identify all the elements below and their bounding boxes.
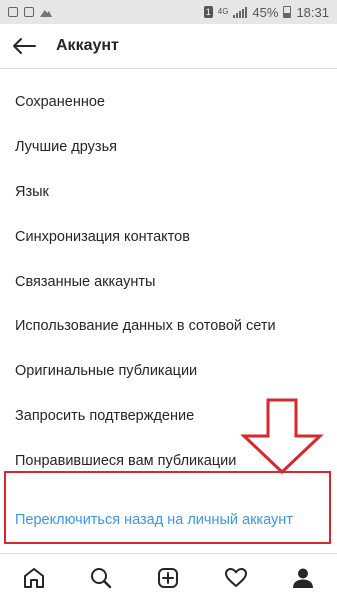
status-bar: 1 4G 45% 18:31: [0, 0, 337, 24]
menu-item-request-verification[interactable]: Запросить подтверждение: [0, 394, 337, 439]
back-button[interactable]: [4, 26, 44, 66]
menu-item-language[interactable]: Язык: [0, 170, 337, 215]
menu-item-linked-accounts[interactable]: Связанные аккаунты: [0, 259, 337, 304]
battery-percent: 45%: [252, 4, 279, 20]
tab-profile[interactable]: [283, 558, 323, 598]
home-icon: [23, 567, 44, 588]
notification-icon: [8, 7, 18, 17]
tab-search[interactable]: [81, 558, 121, 598]
signal-icon: [233, 6, 248, 18]
sim-badge: 1: [203, 6, 213, 18]
menu-item-cellular-data[interactable]: Использование данных в сотовой сети: [0, 304, 337, 349]
back-arrow-icon: [13, 38, 36, 54]
menu-item-saved[interactable]: Сохраненное: [0, 80, 337, 125]
clock: 18:31: [296, 4, 329, 20]
activity-heart-icon: [224, 567, 247, 587]
menu-item-liked-posts[interactable]: Понравившиеся вам публикации: [0, 438, 337, 483]
menu-item-contacts-sync[interactable]: Синхронизация контактов: [0, 214, 337, 259]
menu-item-switch-to-personal[interactable]: Переключиться назад на личный аккаунт: [0, 497, 337, 542]
settings-menu: Сохраненное Лучшие друзья Язык Синхрониз…: [0, 80, 337, 542]
bottom-tab-bar: [0, 553, 337, 601]
page-title: Аккаунт: [56, 37, 119, 54]
tab-home[interactable]: [14, 558, 54, 598]
notification-icon: [24, 7, 34, 17]
profile-icon: [293, 568, 314, 588]
app-header: Аккаунт: [0, 24, 337, 69]
gallery-icon: [40, 10, 52, 17]
tab-activity[interactable]: [216, 558, 256, 598]
new-post-icon: [158, 567, 179, 588]
search-icon: [91, 567, 112, 588]
network-type: 4G: [217, 7, 229, 16]
tab-new-post[interactable]: [148, 558, 188, 598]
menu-item-original-posts[interactable]: Оригинальные публикации: [0, 349, 337, 394]
menu-item-close-friends[interactable]: Лучшие друзья: [0, 125, 337, 170]
battery-icon: [283, 6, 292, 18]
